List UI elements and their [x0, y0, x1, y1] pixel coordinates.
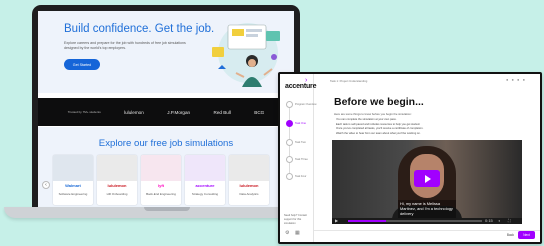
laptop-notch	[144, 207, 190, 211]
fullscreen-icon[interactable]: ⛶	[508, 218, 511, 223]
sidebar-help-text: Need help? Contact support for this simu…	[284, 214, 307, 225]
laptop: Build confidence. Get the job. Explore c…	[32, 5, 300, 209]
accenture-mark-icon: ›	[305, 77, 308, 84]
card-image	[141, 155, 181, 181]
sidebar-item-task-three[interactable]: Task Three	[295, 158, 308, 161]
list-item: Watch the video to hear from our team ab…	[336, 131, 421, 135]
card-category: Data Analytics	[239, 192, 259, 196]
card-category: Back-End Engineering	[146, 192, 176, 196]
hero-illustration	[212, 23, 280, 87]
intro-text: Here are some things to know before you …	[334, 112, 412, 116]
card-brand: lululemon	[239, 183, 259, 188]
logo-redbull: Red Bull	[213, 109, 231, 115]
list-item: Each task is self-paced and includes res…	[336, 122, 421, 126]
logo-bcg: BCG	[254, 109, 265, 115]
list-item: You can complete the simulation at your …	[336, 118, 397, 121]
simulation-card[interactable]: lululemon Data Analytics	[229, 155, 269, 205]
logo-lululemon: lululemon	[124, 109, 144, 115]
simulation-card[interactable]: lululemon HR Onboarding	[97, 155, 137, 205]
settings-icon[interactable]: ⚙	[285, 230, 289, 236]
step-marker-task-three	[286, 156, 293, 163]
logo-jpmorgan: J.P.Morgan	[167, 109, 191, 115]
card-image	[185, 155, 225, 181]
next-button[interactable]: Next	[518, 231, 535, 239]
step-marker-task-one	[286, 120, 293, 127]
card-image	[53, 155, 93, 181]
card-brand: Walmart	[65, 183, 81, 188]
play-button[interactable]	[414, 170, 440, 187]
accenture-logo: accenture	[285, 83, 317, 90]
simulation-card[interactable]: Walmart Software Engineering	[53, 155, 93, 205]
simulation-window: accenture › Program Overview Task One Ta…	[278, 72, 542, 244]
window-toolbar-icons[interactable]: ● ● ● ●	[506, 77, 526, 82]
hero-subtitle: Explore careers and prepare for the job …	[64, 41, 186, 51]
breadcrumb: Task 1: Project Understanding	[330, 79, 368, 83]
page-title: Before we begin...	[334, 96, 424, 108]
explore-title: Explore our free job simulations	[98, 138, 234, 149]
video-caption: Hi, my name is Melissa Martinez, and I'm…	[398, 200, 456, 218]
play-icon	[425, 174, 431, 183]
card-image	[229, 155, 269, 181]
play-control-icon[interactable]: ▶	[335, 218, 338, 223]
simulation-card[interactable]: accenture Strategy Consulting	[185, 155, 225, 205]
sidebar: accenture › Program Overview Task One Ta…	[280, 74, 317, 242]
step-marker-overview	[286, 101, 293, 108]
video-player[interactable]: Hi, my name is Melissa Martinez, and I'm…	[332, 140, 522, 224]
explore-section: Explore our free job simulations ‹ › Wal…	[38, 127, 294, 209]
back-button[interactable]: Back	[507, 233, 514, 237]
simulation-card[interactable]: lyft Back-End Engineering	[141, 155, 181, 205]
step-marker-task-two	[286, 139, 293, 146]
sidebar-item-task-one[interactable]: Task One	[295, 122, 306, 125]
card-category: HR Onboarding	[106, 192, 128, 196]
card-category: Software Engineering	[58, 192, 88, 196]
step-marker-task-four	[286, 173, 293, 180]
hero-title: Build confidence. Get the job.	[64, 23, 215, 35]
sidebar-item-task-four[interactable]: Task Four	[295, 175, 306, 178]
card-brand: lululemon	[107, 183, 127, 188]
video-time: 0:15	[485, 217, 493, 223]
grid-icon[interactable]: ▦	[295, 230, 300, 236]
video-progress-fill	[348, 220, 386, 222]
hero-section: Build confidence. Get the job. Explore c…	[38, 11, 294, 93]
card-brand: lyft	[158, 183, 164, 188]
card-brand: accenture	[195, 183, 215, 188]
carousel-prev-arrow[interactable]: ‹	[42, 181, 50, 189]
sidebar-item-program-overview[interactable]: Program Overview	[295, 103, 316, 106]
video-progress-bar[interactable]	[348, 220, 482, 222]
card-image	[97, 155, 137, 181]
laptop-screen: Build confidence. Get the job. Explore c…	[38, 11, 294, 209]
sidebar-item-task-two[interactable]: Task Two	[295, 141, 306, 144]
logo-strip-caption: Trusted by 7M+ students	[67, 110, 101, 114]
volume-icon[interactable]: ◖	[498, 218, 500, 223]
get-started-button[interactable]: Get Started	[64, 59, 100, 70]
card-category: Strategy Consulting	[191, 192, 219, 196]
logo-strip: Trusted by 7M+ students lululemon J.P.Mo…	[38, 98, 294, 126]
list-item: Once you've completed all tasks, you'll …	[336, 127, 424, 130]
